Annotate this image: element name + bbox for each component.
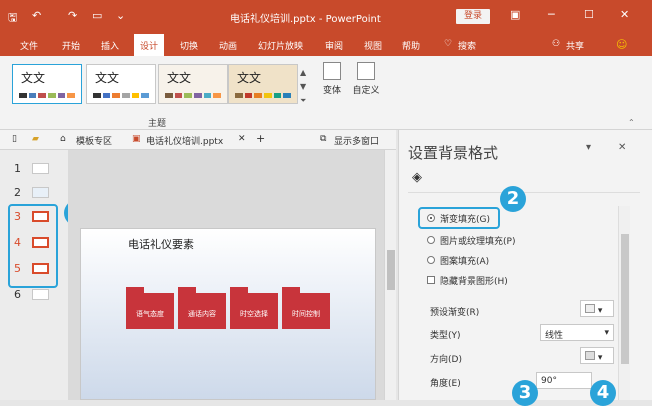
direction-label: 方向(D): [430, 355, 462, 365]
gradient-swatch-icon: [585, 304, 595, 313]
multi-window-icon[interactable]: ⧉: [320, 134, 326, 144]
tell-me-icon[interactable]: ♡: [444, 39, 452, 49]
powerpoint-file-icon: ▣: [132, 134, 141, 144]
share-user-icon[interactable]: ⚇: [552, 39, 560, 49]
title-bar: 🖫 ↶ ↷ ▭ ⌄ 电话礼仪培训.pptx - PowerPoint 登录 ▣ …: [0, 0, 652, 34]
scrollbar-thumb[interactable]: [621, 234, 629, 364]
redo-icon[interactable]: ↷: [68, 9, 77, 22]
tab-template-zone[interactable]: 模板专区: [76, 134, 112, 147]
slide-thumbnail[interactable]: [32, 289, 49, 300]
customize-quick-access-icon[interactable]: ⌄: [116, 9, 125, 22]
step-badge-3: 3: [512, 380, 538, 406]
tab-animations[interactable]: 动画: [219, 39, 237, 52]
tab-help[interactable]: 帮助: [402, 39, 420, 52]
slide-thumbnail[interactable]: [32, 187, 49, 198]
type-dropdown[interactable]: 线性 ▾: [540, 324, 614, 341]
pane-options-icon[interactable]: ▾: [586, 142, 591, 153]
step-badge-4: 4: [590, 380, 616, 406]
theme-thumbnail-3[interactable]: 文文: [158, 64, 228, 104]
direction-dropdown[interactable]: ▾: [580, 347, 614, 364]
theme-gallery-more-icon[interactable]: ⏷: [300, 96, 306, 106]
theme-color-bars: [93, 93, 150, 98]
slide-vertical-scrollbar[interactable]: [384, 150, 396, 400]
start-from-beginning-icon[interactable]: ▭: [92, 9, 102, 22]
tab-file[interactable]: 文件: [20, 39, 38, 52]
tab-home[interactable]: 开始: [62, 39, 80, 52]
theme-thumbnail-2[interactable]: 文文: [86, 64, 156, 104]
pane-close-icon[interactable]: ✕: [618, 142, 626, 153]
close-icon[interactable]: ✕: [620, 8, 629, 21]
smiley-icon[interactable]: ☺: [616, 38, 627, 51]
current-slide[interactable]: [80, 228, 376, 400]
theme-color-bars: [235, 93, 292, 98]
slide-box[interactable]: 语气态度: [126, 287, 174, 329]
save-icon[interactable]: 🖫: [8, 9, 17, 28]
pane-title: 设置背景格式: [408, 144, 499, 162]
picture-fill-label[interactable]: 图片或纹理填充(P): [440, 234, 515, 247]
theme-color-bars: [165, 93, 222, 98]
tab-review[interactable]: 审阅: [325, 39, 343, 52]
home-icon[interactable]: ⌂: [60, 134, 66, 144]
variant-icon: [323, 62, 341, 80]
login-button[interactable]: 登录: [456, 9, 490, 24]
step-badge-2: 2: [500, 186, 526, 212]
tab-transitions[interactable]: 切换: [180, 39, 198, 52]
ribbon-design: 文文 文文 文文 文文 ▲ ▼ ⏷ 主题 变体 自定义 ⌃: [0, 56, 652, 130]
hide-background-label[interactable]: 隐藏背景图形(H): [440, 274, 508, 287]
hide-background-checkbox[interactable]: [427, 276, 435, 284]
slide-thumbnail[interactable]: [32, 163, 49, 174]
slide-box[interactable]: 时空选择: [230, 287, 278, 329]
type-label: 类型(Y): [430, 331, 461, 341]
angle-label: 角度(E): [430, 379, 461, 389]
angle-input[interactable]: 90°: [536, 372, 592, 389]
theme-thumbnail-1[interactable]: 文文: [12, 64, 82, 104]
document-tabs: ▯ ▰ ⌂ 模板专区 ▣ 电话礼仪培训.pptx ✕ + ⧉ 显示多窗口: [0, 130, 396, 150]
thumbnail-item[interactable]: 2: [0, 182, 68, 204]
theme-thumbnail-4[interactable]: 文文: [228, 64, 298, 104]
tab-slideshow[interactable]: 幻灯片放映: [258, 39, 303, 52]
pane-scrollbar[interactable]: [618, 206, 630, 400]
thumbnail-item[interactable]: 1: [0, 158, 68, 180]
customize-button[interactable]: 自定义: [352, 62, 380, 96]
preset-gradient-label: 预设渐变(R): [430, 308, 480, 318]
new-tab-icon[interactable]: +: [256, 132, 265, 145]
theme-group-label: 主题: [148, 119, 167, 129]
customize-icon: [357, 62, 375, 80]
collapse-ribbon-icon[interactable]: ⌃: [628, 118, 635, 127]
picture-fill-radio[interactable]: [427, 236, 435, 244]
slide-box[interactable]: 通话内容: [178, 287, 226, 329]
tab-view[interactable]: 视图: [364, 39, 382, 52]
pattern-fill-radio[interactable]: [427, 256, 435, 264]
chevron-down-icon: ▾: [604, 328, 609, 338]
tab-search[interactable]: 搜索: [458, 39, 476, 52]
tab-design[interactable]: 设计: [134, 34, 165, 56]
variant-button[interactable]: 变体: [318, 62, 346, 96]
minimize-icon[interactable]: ─: [548, 8, 555, 21]
preset-gradient-dropdown[interactable]: ▾: [580, 300, 614, 317]
close-doc-tab-icon[interactable]: ✕: [238, 134, 246, 144]
ribbon-tabs: 文件 开始 插入 设计 切换 动画 幻灯片放映 审阅 视图 帮助 ♡ 搜索 ⚇ …: [0, 34, 652, 56]
multi-window-button[interactable]: 显示多窗口: [334, 134, 379, 147]
gradient-fill-highlight: [418, 207, 500, 229]
fill-bucket-icon[interactable]: ◈: [412, 170, 428, 186]
folder-icon[interactable]: ▰: [32, 134, 39, 144]
undo-icon[interactable]: ↶: [32, 9, 41, 22]
window-title: 电话礼仪培训.pptx - PowerPoint: [230, 14, 381, 25]
scrollbar-thumb[interactable]: [387, 250, 395, 290]
theme-color-bars: [19, 93, 76, 98]
tab-share[interactable]: 共享: [566, 39, 584, 52]
slide-box[interactable]: 时间控制: [282, 287, 330, 329]
selection-highlight: [8, 204, 58, 288]
tab-document[interactable]: 电话礼仪培训.pptx: [146, 134, 223, 147]
maximize-icon[interactable]: ☐: [584, 8, 594, 21]
theme-gallery-scroll-up-icon[interactable]: ▲: [300, 68, 306, 77]
direction-swatch-icon: [585, 351, 595, 360]
pattern-fill-label[interactable]: 图案填充(A): [440, 254, 489, 267]
new-doc-icon[interactable]: ▯: [12, 134, 17, 144]
tab-insert[interactable]: 插入: [101, 39, 119, 52]
slide-title[interactable]: 电话礼仪要素: [128, 236, 194, 252]
ribbon-display-options-icon[interactable]: ▣: [510, 8, 520, 21]
theme-gallery-scroll-down-icon[interactable]: ▼: [300, 82, 306, 91]
